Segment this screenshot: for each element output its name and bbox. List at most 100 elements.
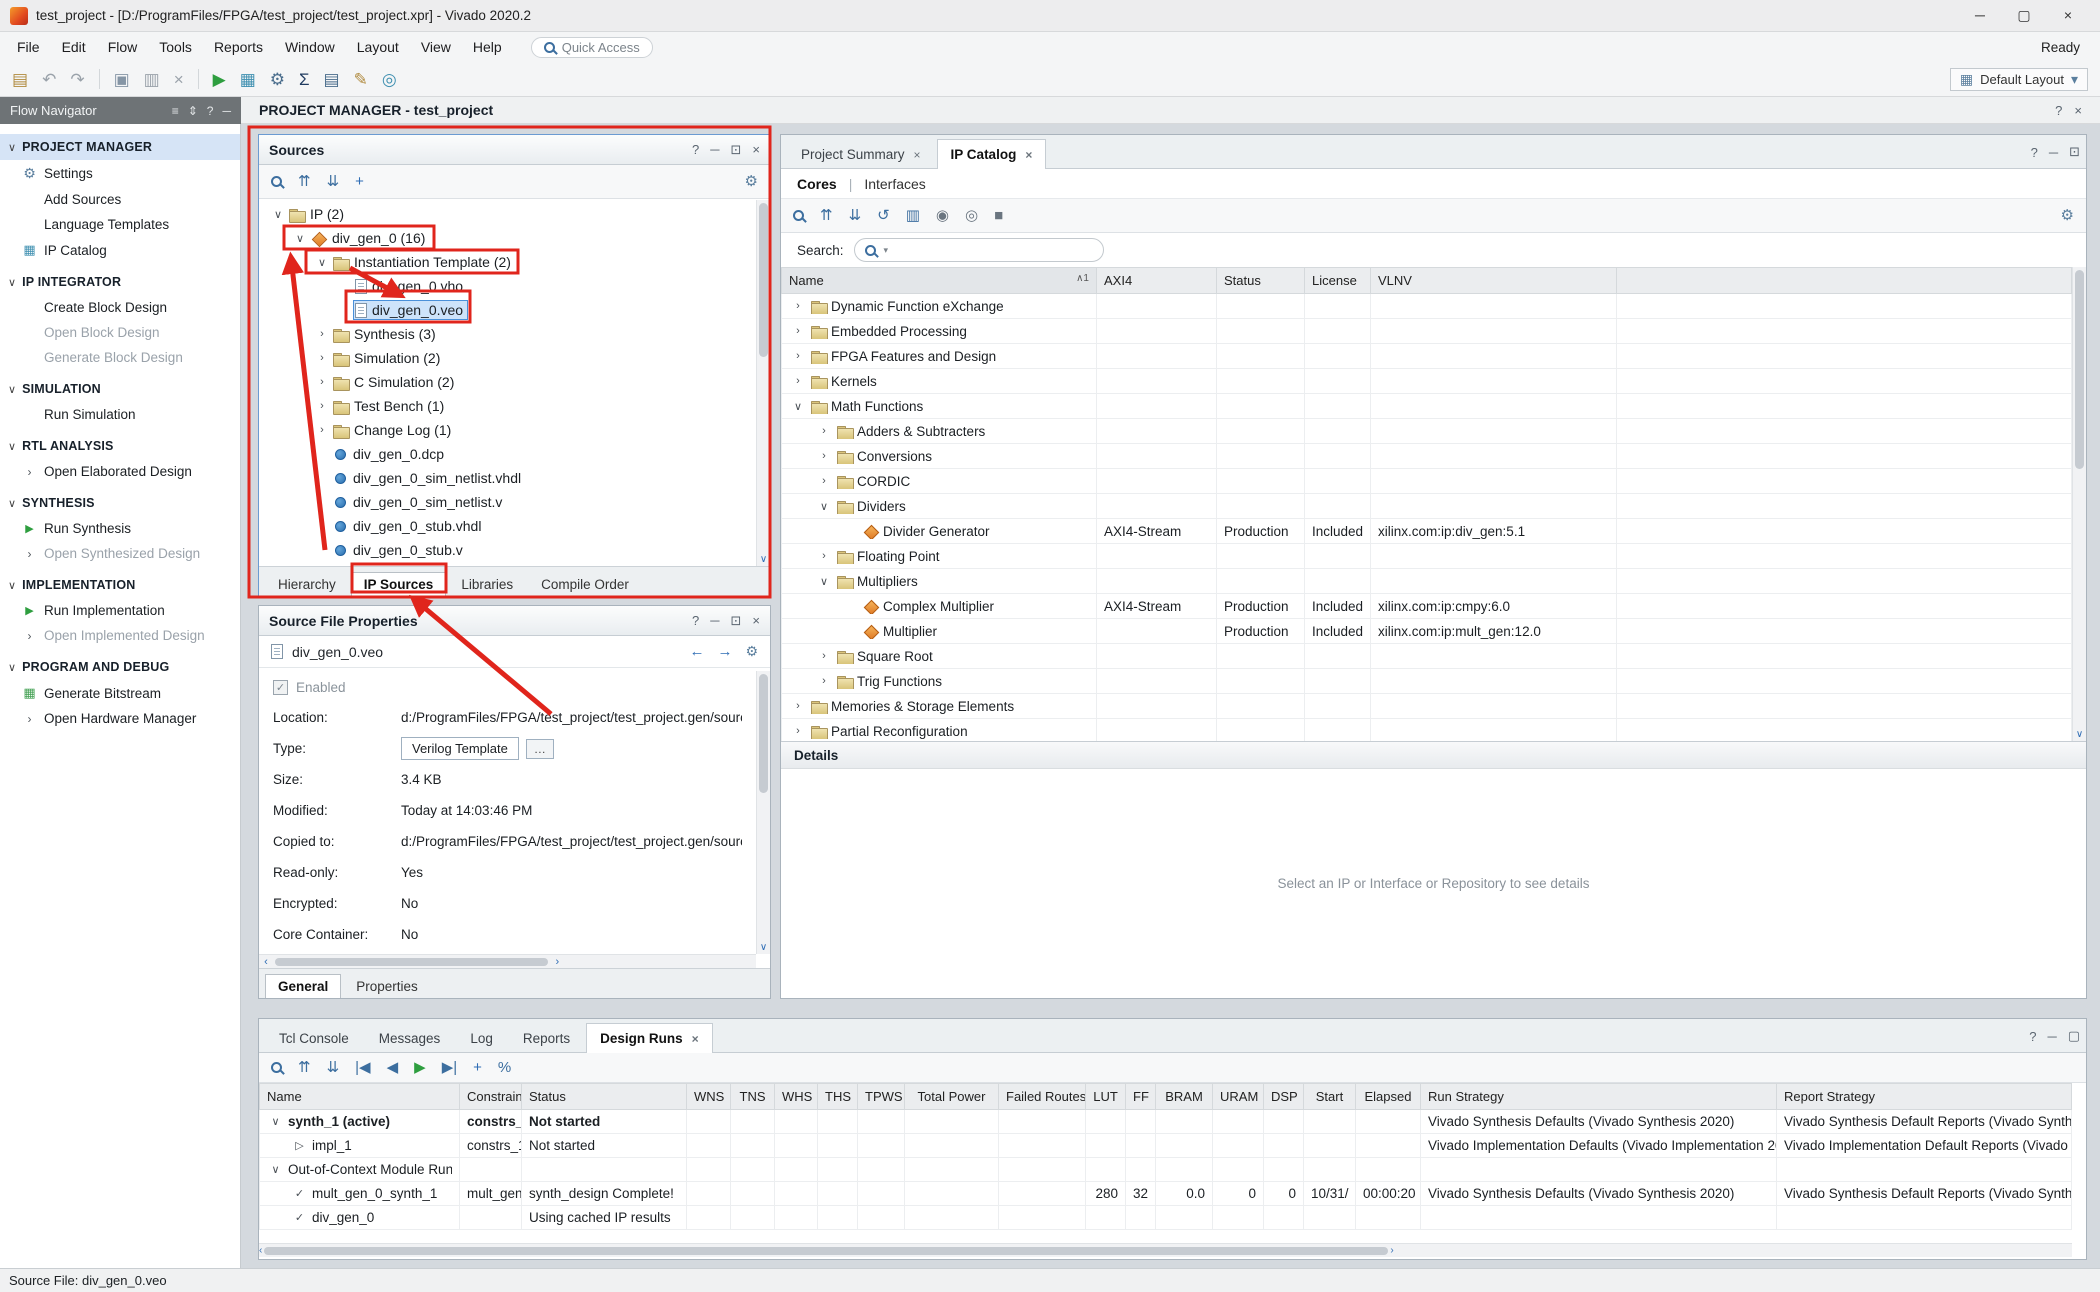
catalog-row-complex-multiplier[interactable]: Complex MultiplierAXI4-StreamProductionI… [782, 594, 2072, 619]
search-icon[interactable] [793, 210, 804, 221]
column-header-uram[interactable]: URAM [1213, 1084, 1264, 1110]
menu-window[interactable]: Window [274, 34, 346, 60]
more-button[interactable]: … [526, 739, 554, 759]
minimize-icon[interactable]: ─ [710, 142, 719, 157]
catalog-row-adders-subtracters[interactable]: ›Adders & Subtracters [782, 419, 2072, 444]
column-header-status[interactable]: Status [522, 1084, 687, 1110]
chevron-right-icon[interactable]: › [313, 424, 331, 436]
sum-icon[interactable]: Σ [299, 71, 310, 88]
close-button[interactable]: × [2046, 7, 2090, 24]
column-header-ff[interactable]: FF [1126, 1084, 1156, 1110]
properties-horizontal-scrollbar[interactable]: ‹ › [259, 954, 756, 968]
tab-cores[interactable]: Cores [797, 176, 837, 192]
help-icon[interactable]: ? [2055, 103, 2062, 118]
close-icon[interactable]: × [752, 142, 760, 157]
maximize-icon[interactable]: ▢ [2068, 1028, 2080, 1044]
scrollbar-thumb[interactable] [264, 1247, 1388, 1255]
flownav-section-project-manager[interactable]: ∨PROJECT MANAGER [0, 134, 240, 160]
run-row-mult-gen-0-synth-1[interactable]: ✓mult_gen_0_synth_1mult_gen_0synth_desig… [260, 1182, 2072, 1206]
tree-item-simulation[interactable]: ›Simulation (2) [259, 346, 756, 370]
tree-item-div-gen-0-sim-netlist-vhdl[interactable]: div_gen_0_sim_netlist.vhdl [259, 466, 756, 490]
minimize-icon[interactable]: ─ [710, 613, 719, 628]
tab-design-runs[interactable]: Design Runs× [586, 1023, 713, 1053]
scrollbar-thumb[interactable] [275, 958, 548, 966]
catalog-row-dynamic-function-exchange[interactable]: ›Dynamic Function eXchange [782, 294, 2072, 319]
flownav-item-generate-bitstream[interactable]: ▦Generate Bitstream [0, 680, 240, 706]
tab-properties[interactable]: Properties [343, 974, 431, 998]
maximize-button[interactable]: ▢ [2002, 7, 2046, 24]
catalog-row-trig-functions[interactable]: ›Trig Functions [782, 669, 2072, 694]
percent-icon[interactable]: % [498, 1060, 511, 1075]
chevron-right-icon[interactable]: › [313, 376, 331, 388]
scroll-right-icon[interactable]: › [550, 956, 564, 968]
minimize-icon[interactable]: ─ [2049, 145, 2058, 160]
tab-compile-order[interactable]: Compile Order [528, 572, 642, 596]
ip-search-input[interactable]: ▾ [854, 238, 1104, 262]
details-icon[interactable]: ■ [994, 208, 1003, 223]
tree-item-synthesis[interactable]: ›Synthesis (3) [259, 322, 756, 346]
add-sources-icon[interactable]: + [355, 174, 364, 189]
minimize-button[interactable]: ─ [1958, 7, 2002, 24]
flownav-item-create-block-design[interactable]: Create Block Design [0, 295, 240, 320]
flownav-item-open-elaborated-design[interactable]: ›Open Elaborated Design [0, 459, 240, 484]
target-icon[interactable]: ◎ [965, 208, 978, 223]
column-header-run-strategy[interactable]: Run Strategy [1421, 1084, 1777, 1110]
layout-selector[interactable]: ▦ Default Layout ▾ [1950, 68, 2088, 91]
help-icon[interactable]: ? [2029, 1029, 2036, 1044]
expand-all-icon[interactable]: ⇊ [849, 208, 862, 223]
catalog-row-multipliers[interactable]: ∨Multipliers [782, 569, 2072, 594]
play-icon[interactable]: ▶ [414, 1060, 426, 1075]
menu-icon[interactable]: ≡ [172, 104, 179, 118]
expand-all-icon[interactable]: ⇊ [327, 1060, 340, 1075]
redo-icon[interactable]: ↷ [70, 71, 84, 88]
probe-icon[interactable]: ◎ [382, 71, 397, 88]
float-icon[interactable]: ⊡ [731, 613, 742, 629]
tree-item-c-simulation[interactable]: ›C Simulation (2) [259, 370, 756, 394]
tab-interfaces[interactable]: Interfaces [864, 176, 925, 192]
catalog-row-dividers[interactable]: ∨Dividers [782, 494, 2072, 519]
column-header-license[interactable]: License [1305, 268, 1371, 294]
flownav-item-open-hardware-manager[interactable]: ›Open Hardware Manager [0, 706, 240, 731]
group-by-icon[interactable]: ▥ [906, 208, 920, 223]
collapse-all-icon[interactable]: ⇈ [298, 174, 311, 189]
catalog-row-embedded-processing[interactable]: ›Embedded Processing [782, 319, 2072, 344]
run-row-out-of-context-module-runs[interactable]: ∨Out-of-Context Module Runs [260, 1158, 2072, 1182]
help-icon[interactable]: ? [692, 142, 699, 157]
collapse-all-icon[interactable]: ⇈ [820, 208, 833, 223]
column-header-tns[interactable]: TNS [731, 1084, 775, 1110]
flownav-section-ip-integrator[interactable]: ∨IP INTEGRATOR [0, 269, 240, 295]
report-icon[interactable]: ▤ [324, 71, 340, 88]
flownav-section-rtl-analysis[interactable]: ∨RTL ANALYSIS [0, 433, 240, 459]
float-icon[interactable]: ⊡ [731, 142, 742, 158]
tree-item-div-gen-0-stub-v[interactable]: div_gen_0_stub.v [259, 538, 756, 562]
chevron-right-icon[interactable]: › [815, 675, 833, 687]
menu-reports[interactable]: Reports [203, 34, 274, 60]
package-ip-icon[interactable]: ◉ [936, 208, 949, 223]
chevron-right-icon[interactable]: › [313, 400, 331, 412]
catalog-row-conversions[interactable]: ›Conversions [782, 444, 2072, 469]
close-icon[interactable]: × [692, 1032, 699, 1046]
flownav-item-ip-catalog[interactable]: ▦IP Catalog [0, 237, 240, 263]
properties-vertical-scrollbar[interactable]: ∨ [756, 671, 770, 954]
scrollbar-thumb[interactable] [759, 674, 768, 793]
flownav-item-open-synthesized-design[interactable]: ›Open Synthesized Design [0, 541, 240, 566]
scroll-right-icon[interactable]: › [1390, 1245, 1393, 1256]
tab-ip-sources[interactable]: IP Sources [351, 572, 447, 596]
column-header-constraints[interactable]: Constraints [460, 1084, 522, 1110]
collapse-all-icon[interactable]: ⇈ [298, 1060, 311, 1075]
tab-tcl-console[interactable]: Tcl Console [265, 1023, 363, 1053]
menu-file[interactable]: File [6, 34, 51, 60]
chevron-down-icon[interactable]: ∨ [269, 208, 287, 221]
run-icon[interactable]: ▶ [213, 71, 226, 88]
tab-general[interactable]: General [265, 974, 341, 998]
tab-log[interactable]: Log [456, 1023, 507, 1053]
save-icon[interactable]: ▣ [114, 71, 130, 88]
column-header-lut[interactable]: LUT [1086, 1084, 1126, 1110]
column-header-bram[interactable]: BRAM [1156, 1084, 1213, 1110]
chevron-down-icon[interactable]: ∨ [815, 575, 833, 588]
chevron-down-icon[interactable]: ∨ [291, 232, 309, 245]
menu-tools[interactable]: Tools [148, 34, 203, 60]
menu-flow[interactable]: Flow [97, 34, 149, 60]
menu-view[interactable]: View [410, 34, 462, 60]
next-icon[interactable]: ▶| [442, 1060, 457, 1075]
